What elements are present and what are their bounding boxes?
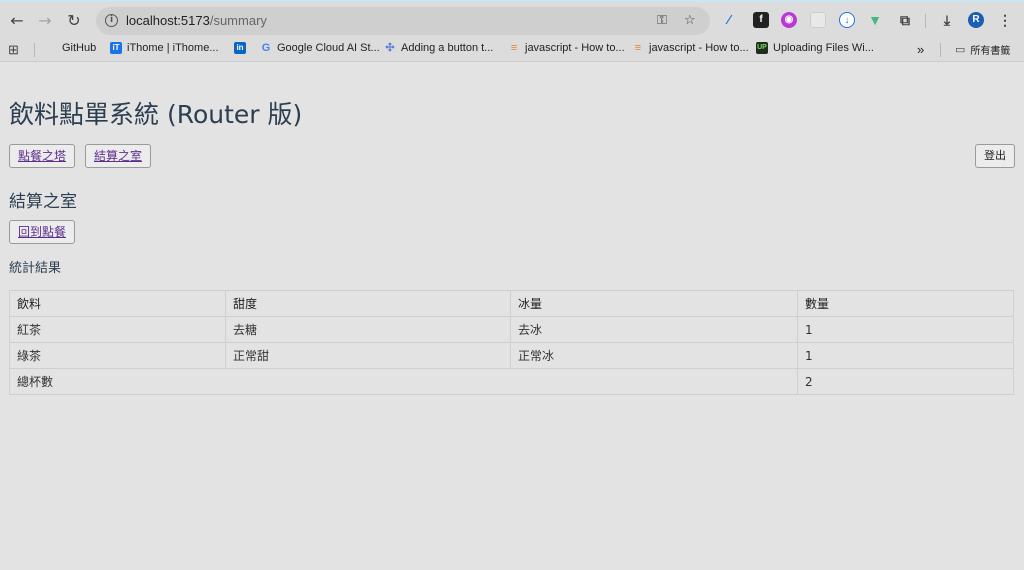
reload-icon[interactable]: ↻	[64, 10, 84, 30]
upload-icon: UP	[756, 42, 768, 54]
address-bar[interactable]: i localhost:5173/summary ⚿ ☆	[96, 7, 710, 35]
puzzle-icon: ✣	[385, 42, 395, 54]
colorzilla-extension-icon[interactable]: ◉	[781, 12, 797, 28]
bookmark-star-icon[interactable]: ☆	[684, 13, 696, 28]
more-bookmarks-icon[interactable]: »	[917, 42, 924, 57]
bookmark-google-cloud[interactable]: G Google Cloud AI St...	[260, 42, 380, 54]
cell-sweetness: 正常甜	[225, 342, 511, 369]
table-total-row: 總杯數 2	[9, 368, 1014, 395]
extensions-puzzle-icon[interactable]: ⧉	[897, 12, 913, 28]
cell-drink: 綠茶	[9, 342, 226, 369]
cell-ice: 正常冰	[510, 342, 798, 369]
all-bookmarks-folder[interactable]: ▭ 所有書籤	[955, 42, 1010, 57]
bookmarks-bar: ⊞ GitHub iT iThome | iThome... in G Goog…	[0, 38, 1024, 62]
section-title: 結算之室	[9, 192, 77, 212]
bookmark-stackoverflow-1[interactable]: ≡ javascript - How to...	[508, 42, 625, 54]
menu-kebab-icon[interactable]: ⋮	[997, 12, 1013, 28]
password-key-icon[interactable]: ⚿	[657, 13, 667, 28]
url-text[interactable]: localhost:5173/summary	[126, 13, 267, 28]
cell-sweetness: 去糖	[225, 316, 511, 343]
page-title: 飲料點單系統 (Router 版)	[9, 100, 303, 129]
bookmark-uploading-files[interactable]: UP Uploading Files Wi...	[756, 42, 874, 54]
bookmark-stackoverflow-2[interactable]: ≡ javascript - How to...	[632, 42, 749, 54]
logout-button[interactable]: 登出	[975, 144, 1015, 168]
profile-avatar[interactable]: R	[968, 12, 984, 28]
fx-extension-icon[interactable]: f	[753, 12, 769, 28]
google-icon: G	[261, 42, 271, 54]
cell-quantity: 1	[797, 316, 1014, 343]
pen-extension-icon[interactable]: ⁄	[721, 12, 737, 28]
bookmark-ithome[interactable]: iT iThome | iThome...	[110, 42, 219, 54]
header-drink: 飲料	[9, 290, 226, 317]
cell-ice: 去冰	[510, 316, 798, 343]
nav-summary-link[interactable]: 結算之室	[85, 144, 152, 168]
stackoverflow-icon: ≡	[510, 42, 518, 54]
blank-extension-icon[interactable]	[810, 12, 826, 28]
table-row: 紅茶 去糖 去冰 1	[9, 316, 1014, 343]
site-info-icon[interactable]: i	[105, 14, 118, 27]
downloads-icon[interactable]: ⤓	[939, 12, 955, 28]
ithome-icon: iT	[110, 42, 122, 54]
stackoverflow-icon: ≡	[634, 42, 642, 54]
table-row: 綠茶 正常甜 正常冰 1	[9, 342, 1014, 369]
total-value: 2	[797, 368, 1014, 395]
back-arrow-icon[interactable]: ←	[7, 10, 27, 30]
back-to-order-button[interactable]: 回到點餐	[9, 220, 76, 244]
page-content: 飲料點單系統 (Router 版) 點餐之塔 結算之室 登出 結算之室 回到點餐…	[0, 63, 1024, 570]
forward-arrow-icon[interactable]: →	[35, 10, 55, 30]
cell-quantity: 1	[797, 342, 1014, 369]
header-sweetness: 甜度	[225, 290, 511, 317]
vue-devtools-icon[interactable]: ▼	[867, 12, 883, 28]
summary-table: 飲料 甜度 冰量 數量 紅茶 去糖 去冰 1 綠茶 正常甜 正常冰 1 總杯數 …	[9, 290, 1014, 395]
github-icon	[45, 42, 57, 54]
bookmark-adding-button[interactable]: ✣ Adding a button t...	[384, 42, 493, 54]
apps-grid-icon[interactable]: ⊞	[8, 42, 19, 58]
download-manager-extension-icon[interactable]: ↓	[839, 12, 855, 28]
header-ice: 冰量	[510, 290, 798, 317]
total-label: 總杯數	[9, 368, 798, 395]
bookmark-github[interactable]: GitHub	[45, 42, 96, 54]
linkedin-icon: in	[234, 42, 246, 54]
browser-toolbar: ← → ↻ i localhost:5173/summary ⚿ ☆ ⁄ f ◉…	[0, 0, 1024, 38]
stats-title: 統計結果	[9, 261, 62, 276]
table-header-row: 飲料 甜度 冰量 數量	[9, 290, 1014, 317]
nav-order-link[interactable]: 點餐之塔	[9, 144, 76, 168]
bookmark-linkedin[interactable]: in	[234, 42, 246, 54]
header-quantity: 數量	[797, 290, 1014, 317]
cell-drink: 紅茶	[9, 316, 226, 343]
folder-icon: ▭	[955, 44, 966, 56]
